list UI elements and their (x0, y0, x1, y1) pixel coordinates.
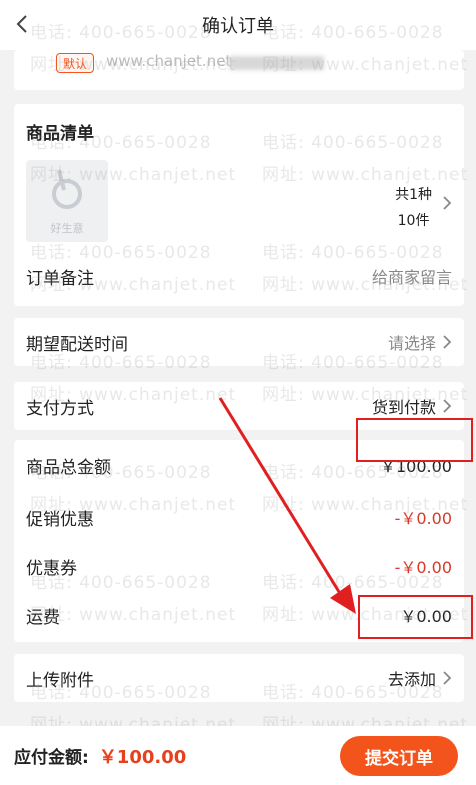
payable-amount: ￥100.00 (98, 746, 187, 768)
payable-label: 应付金额: (14, 748, 89, 768)
annotation-arrow-icon (218, 397, 356, 614)
bottom-bar: 应付金额: ￥100.00 提交订单 (0, 726, 476, 785)
submit-order-button[interactable]: 提交订单 (340, 736, 458, 776)
